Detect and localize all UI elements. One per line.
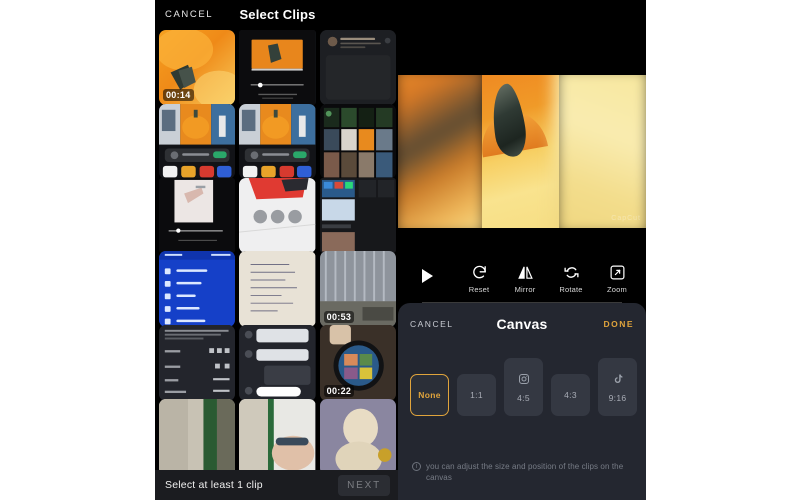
- canvas-hint: i you can adjust the size and position o…: [412, 461, 634, 484]
- preview-blur-left: [398, 75, 488, 228]
- select-clips-header: CANCEL Select Clips: [155, 0, 400, 28]
- watermark: CapCut: [611, 215, 641, 222]
- play-button[interactable]: [398, 264, 456, 283]
- clip-thumbnail[interactable]: [239, 30, 316, 106]
- video-preview[interactable]: CapCut: [398, 75, 646, 228]
- clip-thumbnail[interactable]: 00:53: [319, 251, 396, 327]
- mirror-button[interactable]: Mirror: [504, 264, 546, 294]
- clip-thumbnail[interactable]: 00:22: [319, 325, 396, 401]
- editor-toolbar: Reset Mirror Rotate Zoom: [398, 258, 646, 304]
- canvas-hint-text: you can adjust the size and position of …: [426, 461, 624, 483]
- reset-label: Reset: [468, 285, 490, 294]
- clip-thumbnail[interactable]: [239, 399, 316, 470]
- rotate-button[interactable]: Rotate: [550, 264, 592, 294]
- clip-duration: 00:22: [323, 384, 355, 397]
- clip-thumbnail[interactable]: [319, 103, 396, 180]
- clip-duration: 00:53: [323, 310, 355, 323]
- ratio-label: 4:3: [564, 390, 577, 400]
- footer-hint: Select at least 1 clip: [165, 479, 263, 491]
- aspect-ratio-list[interactable]: None 1:1 4:5 4:3 9:16: [410, 358, 646, 416]
- ratio-label: 4:5: [517, 392, 530, 403]
- video-editor-screen: CapCut Reset Mirror Rotate Zoom CANCEL C…: [398, 0, 646, 500]
- preview-blur-right: [553, 75, 646, 228]
- screenshot-stage: CANCEL Select Clips 00:14 00:53 00:22 Se…: [0, 0, 800, 500]
- ratio-label: 1:1: [470, 390, 483, 400]
- clip-duration: 00:14: [163, 89, 194, 102]
- clip-thumbnail[interactable]: [159, 399, 236, 470]
- ratio-option-1-1[interactable]: 1:1: [457, 374, 496, 416]
- play-icon: [421, 269, 433, 283]
- select-clips-screen: CANCEL Select Clips 00:14 00:53 00:22 Se…: [155, 0, 400, 500]
- clip-grid[interactable]: 00:14 00:53 00:22: [155, 30, 400, 470]
- mirror-label: Mirror: [514, 285, 536, 294]
- ratio-option-9-16[interactable]: 9:16: [598, 358, 637, 416]
- zoom-icon: [609, 264, 626, 281]
- clip-thumbnail[interactable]: 00:14: [159, 30, 236, 106]
- rotate-icon: [563, 264, 580, 281]
- canvas-sheet-header: CANCEL Canvas DONE: [398, 303, 646, 345]
- clip-thumbnail[interactable]: [159, 177, 236, 254]
- page-title: Select Clips: [239, 6, 316, 22]
- clip-thumbnail[interactable]: [239, 251, 316, 327]
- select-clips-footer: Select at least 1 clip NEXT: [155, 470, 400, 500]
- reset-icon: [471, 264, 488, 281]
- ratio-option-4-5[interactable]: 4:5: [504, 358, 543, 416]
- canvas-done-button[interactable]: DONE: [603, 319, 634, 329]
- canvas-sheet: CANCEL Canvas DONE None 1:1 4:5 4:3 9:16…: [398, 303, 646, 500]
- tiktok-icon: [612, 372, 624, 390]
- reset-button[interactable]: Reset: [458, 264, 500, 294]
- preview-main-clip: [482, 75, 560, 228]
- clip-thumbnail[interactable]: [159, 251, 236, 327]
- clip-thumbnail[interactable]: [239, 177, 316, 254]
- clip-thumbnail[interactable]: [319, 30, 396, 106]
- zoom-button[interactable]: Zoom: [596, 264, 638, 294]
- ratio-label: 9:16: [608, 392, 627, 403]
- next-button[interactable]: NEXT: [338, 474, 390, 496]
- clip-thumbnail[interactable]: [159, 325, 236, 401]
- clip-thumbnail[interactable]: [159, 103, 236, 180]
- ratio-option-4-3[interactable]: 4:3: [551, 374, 590, 416]
- ratio-label: None: [418, 390, 441, 400]
- clip-thumbnail[interactable]: [239, 103, 316, 180]
- mirror-icon: [517, 264, 534, 281]
- rotate-label: Rotate: [559, 285, 583, 294]
- instagram-icon: [518, 372, 530, 390]
- clip-thumbnail[interactable]: [239, 325, 316, 401]
- clip-thumbnail[interactable]: [319, 399, 396, 470]
- clip-thumbnail[interactable]: [319, 177, 396, 254]
- ratio-option-none[interactable]: None: [410, 374, 449, 416]
- zoom-label: Zoom: [607, 285, 627, 294]
- info-icon: i: [412, 461, 421, 471]
